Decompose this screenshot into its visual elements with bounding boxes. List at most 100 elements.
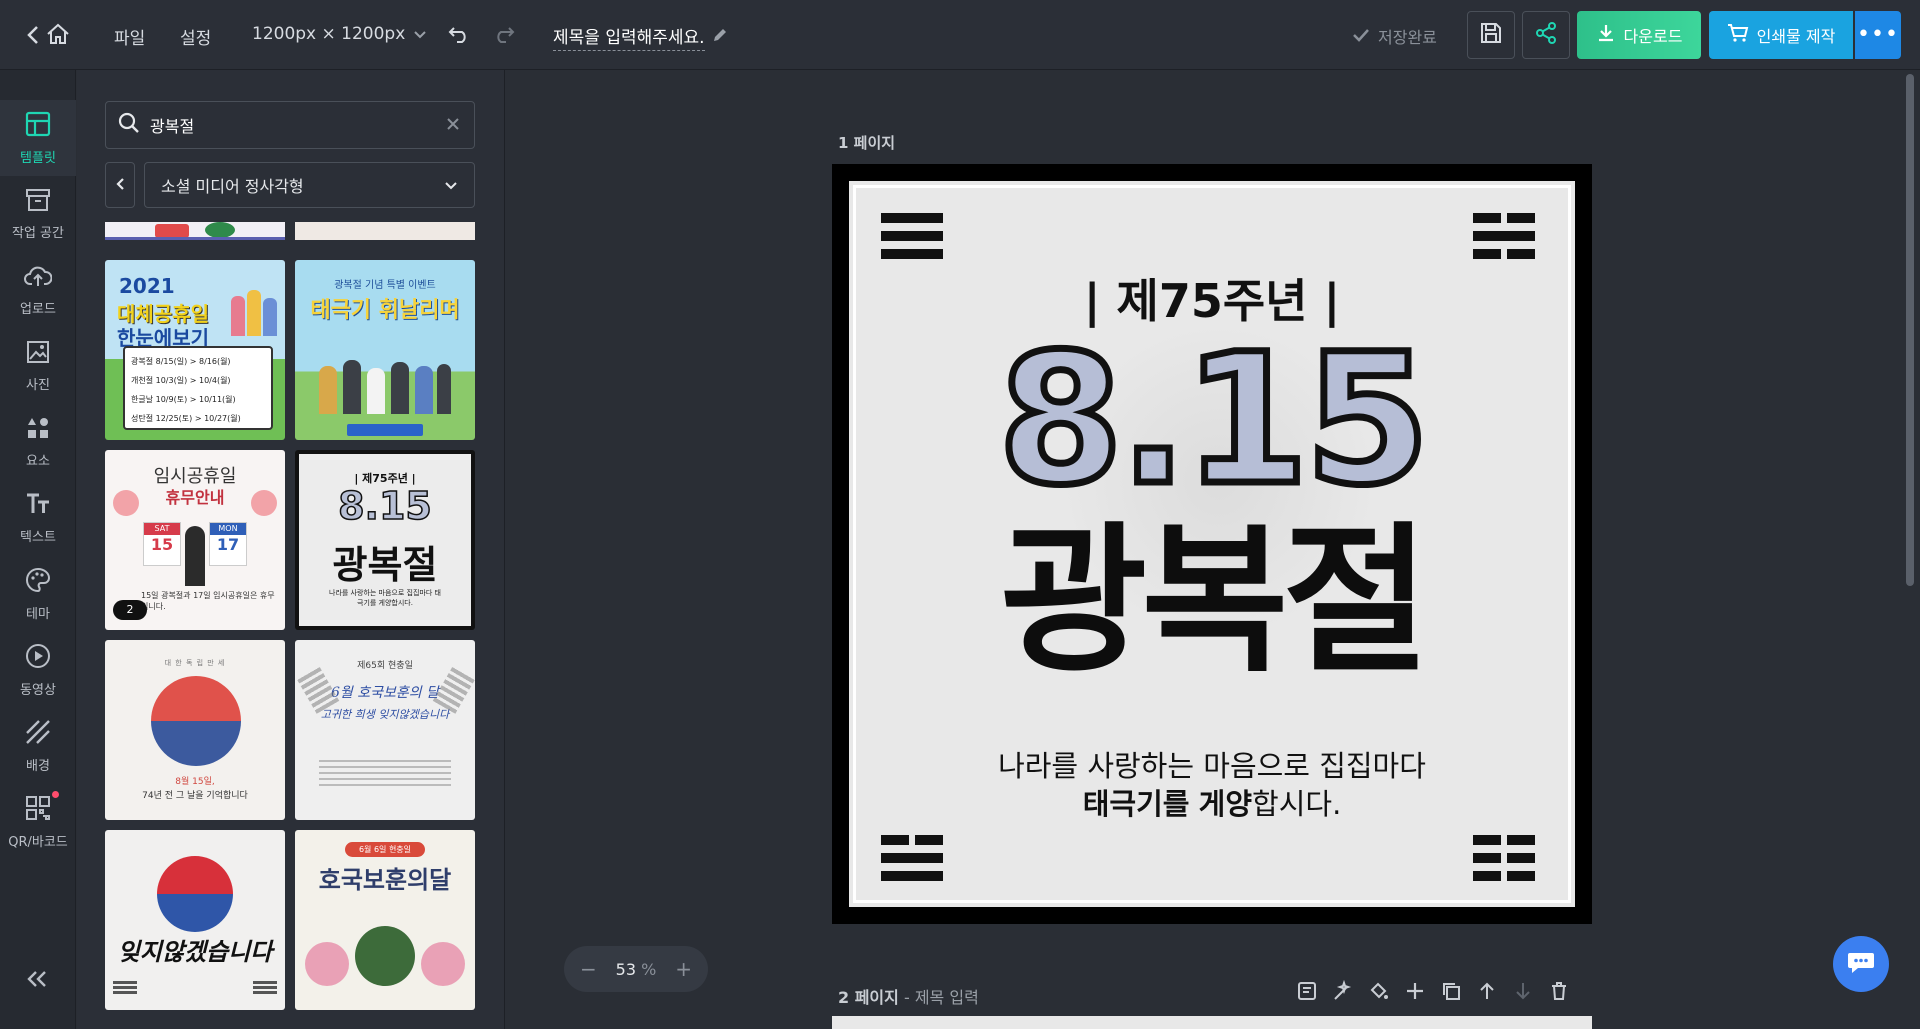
undo-icon[interactable] <box>447 24 471 48</box>
add-page-icon[interactable] <box>1404 980 1426 1006</box>
chat-button[interactable] <box>1833 936 1889 992</box>
thumb-text: 6월 6일 현충일 <box>345 842 425 857</box>
zoom-value[interactable]: 53 % <box>616 960 657 979</box>
rail-item-elements[interactable]: 요소 <box>0 404 76 480</box>
vertical-scrollbar[interactable] <box>1906 74 1914 586</box>
design-canvas[interactable]: | 제75주년 | 8.15 광복절 나라를 사랑하는 마음으로 집집마다 태극… <box>832 164 1592 924</box>
rail-item-templates[interactable]: 템플릿 <box>0 100 76 176</box>
trigram-top-left <box>881 213 943 259</box>
template-thumb-patriots-month[interactable]: 6월 6일 현충일 호국보훈의달 <box>295 830 475 1010</box>
template-thumb-taegukgi-event[interactable]: 광복절 기념 특별 이벤트 태극기 휘날리며 <box>295 260 475 440</box>
canvas-size-dropdown[interactable]: 1200px × 1200px <box>252 24 427 44</box>
save-button[interactable] <box>1467 11 1515 59</box>
template-thumb-temporary-holiday[interactable]: 임시공휴일 휴무안내 SAT 15 MON 17 15일 광복절과 17일 임시… <box>105 450 285 630</box>
template-thumb-holidays[interactable]: 2021 대체공휴일 한눈에보기 광복절 8/15(일) > 8/16(월) 개… <box>105 260 285 440</box>
canvas-big-number[interactable]: 8.15 <box>849 327 1575 514</box>
page2-title-input[interactable]: - 제목 입력 <box>904 988 979 1007</box>
page2-canvas-top <box>832 1016 1592 1029</box>
collapse-panel-icon[interactable] <box>26 970 48 992</box>
canvas-big-title[interactable]: 광복절 <box>849 521 1575 681</box>
trigram-bar <box>881 231 943 241</box>
rail-label: QR/바코드 <box>8 834 68 850</box>
magic-icon[interactable] <box>1332 979 1354 1006</box>
canvas-rest-text: 합시다. <box>1252 787 1342 821</box>
rail-label: 동영상 <box>20 682 56 698</box>
template-thumb-815-selected[interactable]: | 제75주년 | 8.15 광복절 나라를 사랑하는 마음으로 집집마다 태극… <box>295 450 475 630</box>
clear-search-icon[interactable] <box>446 116 460 135</box>
thumb-cal-right: MON 17 <box>209 522 247 566</box>
zoom-in-icon[interactable]: + <box>675 957 692 981</box>
search-box[interactable]: 광복절 <box>105 101 475 149</box>
menu-settings[interactable]: 설정 <box>180 24 211 49</box>
chevron-left-icon <box>115 176 125 195</box>
page-count-badge: 2 <box>113 600 147 620</box>
back-icon[interactable] <box>26 24 40 46</box>
paint-bucket-icon[interactable] <box>1368 980 1390 1006</box>
search-input[interactable]: 광복절 <box>150 113 446 137</box>
palette-icon <box>25 567 51 597</box>
rail-item-workspace[interactable]: 작업 공간 <box>0 176 76 252</box>
chevron-down-icon <box>413 25 427 44</box>
category-select[interactable]: 소셜 미디어 정사각형 <box>144 162 475 208</box>
thumb-row: 개천절 10/3(일) > 10/4(월) <box>131 376 231 385</box>
zoom-control: − 53 % + <box>564 946 708 992</box>
rail-item-text[interactable]: 텍스트 <box>0 480 76 556</box>
category-label: 소셜 미디어 정사각형 <box>161 177 304 196</box>
trigram-bar <box>881 871 943 881</box>
thumb-text: MON <box>210 523 246 535</box>
document-title-input[interactable]: 제목을 입력해주세요. <box>553 23 729 51</box>
template-thumb-partial-1[interactable] <box>105 222 285 240</box>
thumb-decoration <box>113 980 137 994</box>
notes-icon[interactable] <box>1296 980 1318 1006</box>
menu-file[interactable]: 파일 <box>114 24 145 49</box>
thumb-decoration <box>355 926 415 986</box>
page-toolbar <box>1296 979 1570 1006</box>
category-back-button[interactable] <box>105 162 135 208</box>
rail-item-qr[interactable]: QR/바코드 <box>0 784 76 860</box>
zoom-out-icon[interactable]: − <box>580 957 597 981</box>
move-down-icon[interactable] <box>1512 980 1534 1006</box>
rail-item-photos[interactable]: 사진 <box>0 328 76 404</box>
trigram-top-right <box>1473 213 1535 259</box>
rail-label: 작업 공간 <box>12 225 64 241</box>
template-thumb-memorial-day[interactable]: 제65회 현충일 6월 호국보훈의 달 고귀한 희생 잊지않겠습니다 <box>295 640 475 820</box>
template-thumb-partial-2[interactable] <box>295 222 475 240</box>
move-up-icon[interactable] <box>1476 980 1498 1006</box>
qr-code-icon <box>25 790 59 825</box>
download-button[interactable]: 다운로드 <box>1577 11 1701 59</box>
thumb-text: 15일 광복절과 17일 임시공휴일은 휴무입니다. <box>141 591 275 611</box>
download-icon <box>1596 23 1616 47</box>
redo-icon[interactable] <box>492 24 516 48</box>
rail-item-upload[interactable]: 업로드 <box>0 252 76 328</box>
template-panel: 광복절 소셜 미디어 정사각형 2021 대체공휴일 한눈에보기 광복절 8/1… <box>77 70 505 1029</box>
thumb-row: 성탄절 12/25(토) > 10/27(월) <box>131 414 241 423</box>
pencil-icon <box>711 26 729 48</box>
thumb-decoration <box>247 290 261 336</box>
thumb-calendar: 광복절 8/15(일) > 8/16(월) 개천절 10/3(일) > 10/4… <box>123 346 273 430</box>
thumb-text: 8월 15일, <box>175 777 215 787</box>
thumb-text: 나라를 사랑하는 마음으로 집집마다 태극기를 게양합시다. <box>329 589 441 607</box>
thumb-taeguk-red <box>151 676 241 721</box>
rail-item-video[interactable]: 동영상 <box>0 632 76 708</box>
canvas-body-line2[interactable]: 태극기를 게양합시다. <box>849 781 1575 823</box>
template-thumb-74-years[interactable]: 대 한 독 립 만 세 8월 15일, 74년 전 그 날을 기억합니다 <box>105 640 285 820</box>
rail-item-background[interactable]: 배경 <box>0 708 76 784</box>
print-button[interactable]: 인쇄물 제작 <box>1709 11 1853 59</box>
more-button[interactable]: ••• <box>1855 11 1901 59</box>
template-thumb-never-forget[interactable]: 잊지않겠습니다 <box>105 830 285 1010</box>
thumb-text: 호국보훈의달 <box>318 865 452 894</box>
thumb-text: 17 <box>216 535 240 554</box>
thumb-decoration <box>305 942 349 986</box>
thumb-decoration <box>205 222 235 237</box>
share-button[interactable] <box>1522 11 1570 59</box>
save-status-label: 저장완료 <box>1378 28 1437 47</box>
document-title: 제목을 입력해주세요. <box>553 23 705 51</box>
trigram-bar-split <box>881 835 943 845</box>
trash-icon[interactable] <box>1548 980 1570 1006</box>
rail-item-theme[interactable]: 테마 <box>0 556 76 632</box>
check-icon <box>1352 27 1370 46</box>
duplicate-icon[interactable] <box>1440 980 1462 1006</box>
home-icon[interactable] <box>45 22 71 46</box>
thumb-decoration <box>343 360 361 414</box>
canvas-body-line1[interactable]: 나라를 사랑하는 마음으로 집집마다 <box>849 743 1575 785</box>
